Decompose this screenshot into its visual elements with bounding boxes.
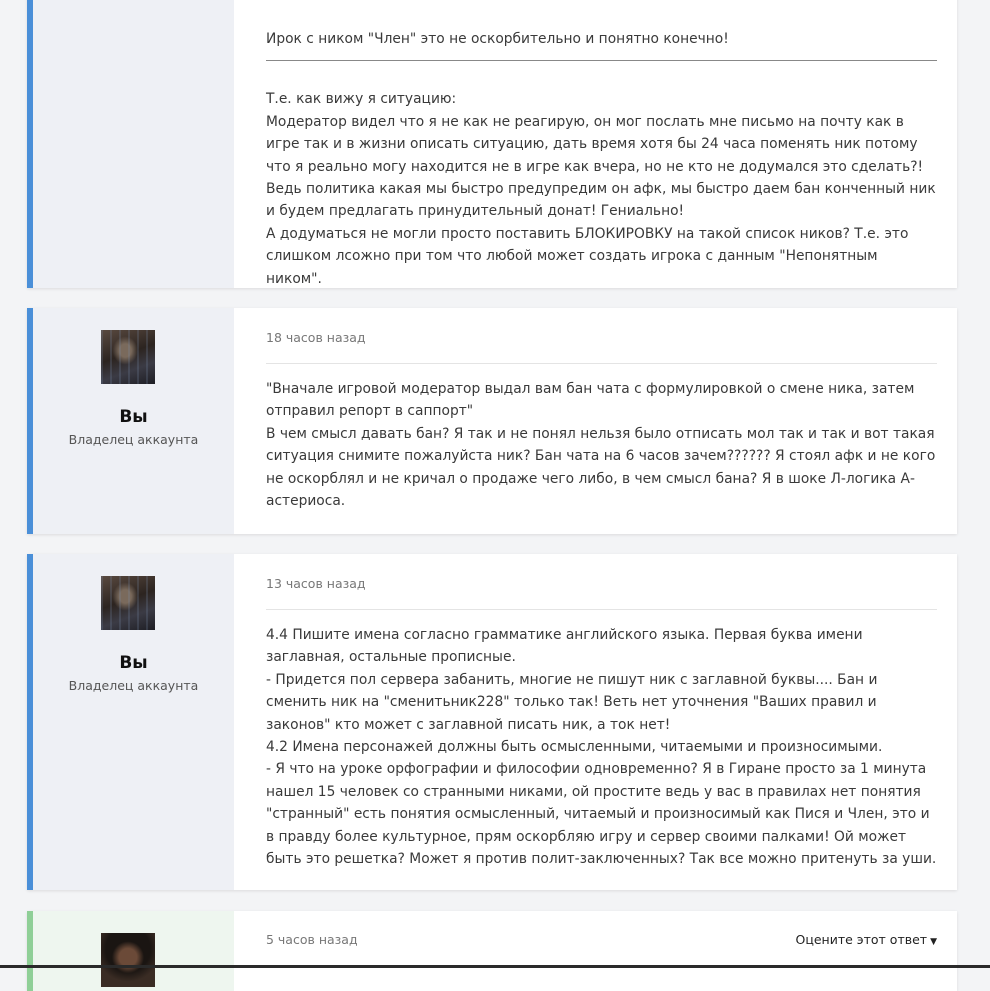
author-name[interactable]: Вы (33, 653, 234, 673)
post-body: "Вначале игровой модератор выдал вам бан… (266, 381, 936, 510)
staff-reply-post: 5 часов назад Оцените этот ответ ▼ (27, 911, 957, 991)
author-panel (33, 0, 234, 288)
post-content: 18 часов назад "Вначале игровой модерато… (234, 308, 957, 534)
post-meta: 13 часов назад (266, 554, 937, 610)
author-name[interactable]: Вы (33, 407, 234, 427)
author-panel (33, 911, 234, 991)
author-panel: Вы Владелец аккаунта (33, 554, 234, 890)
post-content: 5 часов назад Оцените этот ответ ▼ (234, 911, 957, 991)
caret-down-icon: ▼ (930, 937, 937, 947)
post-content: Ирок с ником "Член" это не оскорбительно… (234, 0, 957, 288)
author-role: Владелец аккаунта (68, 678, 199, 693)
post-meta: 18 часов назад (266, 308, 937, 364)
quoted-text: Ирок с ником "Член" это не оскорбительно… (266, 0, 937, 62)
rate-answer-label: Оцените этот ответ (795, 932, 928, 947)
post-timestamp: 5 часов назад (266, 932, 358, 947)
post-body: 4.4 Пишите имена согласно грамматике анг… (266, 627, 937, 868)
reply-post: Вы Владелец аккаунта 18 часов назад "Вна… (27, 308, 957, 534)
avatar[interactable] (101, 933, 155, 987)
post-timestamp: 18 часов назад (266, 330, 366, 345)
post-timestamp: 13 часов назад (266, 576, 366, 591)
post-body: Т.е. как вижу я ситуацию: Модератор виде… (266, 91, 936, 287)
post-meta: 5 часов назад Оцените этот ответ ▼ (266, 911, 937, 966)
avatar[interactable] (101, 330, 155, 384)
reply-post: Ирок с ником "Член" это не оскорбительно… (27, 0, 957, 288)
rate-answer-dropdown[interactable]: Оцените этот ответ ▼ (795, 911, 937, 966)
avatar[interactable] (101, 576, 155, 630)
author-panel: Вы Владелец аккаунта (33, 308, 234, 534)
reply-post: Вы Владелец аккаунта 13 часов назад 4.4 … (27, 554, 957, 890)
post-content: 13 часов назад 4.4 Пишите имена согласно… (234, 554, 957, 890)
author-role: Владелец аккаунта (68, 432, 199, 447)
